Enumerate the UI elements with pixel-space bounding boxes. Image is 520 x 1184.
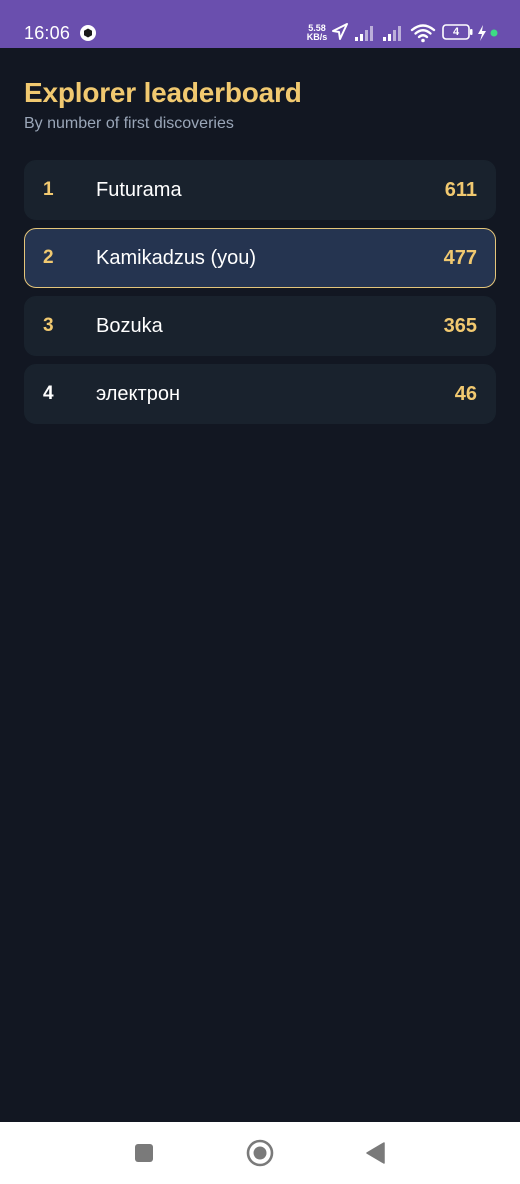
leaderboard-row-current-user[interactable]: 2 Kamikadzus (you) 477 bbox=[24, 228, 496, 288]
row-rank: 4 bbox=[43, 383, 54, 404]
row-rank: 2 bbox=[43, 247, 54, 268]
leaderboard-list: 1 Futurama 611 2 Kamikadzus (you) 477 3 … bbox=[24, 160, 496, 424]
back-triangle-icon bbox=[366, 1142, 385, 1164]
status-time: 16:06 bbox=[24, 23, 71, 43]
row-rank: 3 bbox=[43, 315, 54, 336]
home-circle-icon bbox=[246, 1139, 274, 1167]
leaderboard-screen: Explorer leaderboard By number of first … bbox=[24, 48, 496, 432]
row-score: 477 bbox=[443, 246, 477, 269]
network-speed: 5.58 KB/s bbox=[305, 24, 329, 42]
row-player-name: электрон bbox=[96, 382, 180, 405]
page-subtitle: By number of first discoveries bbox=[24, 115, 234, 132]
location-arrow-icon bbox=[332, 23, 348, 40]
leaderboard-row[interactable]: 3 Bozuka 365 bbox=[24, 296, 496, 356]
home-button[interactable] bbox=[230, 1122, 290, 1184]
privacy-dot-icon bbox=[490, 29, 498, 37]
network-speed-unit: KB/s bbox=[306, 32, 328, 42]
row-score: 46 bbox=[454, 382, 477, 405]
page-title: Explorer leaderboard bbox=[24, 77, 302, 108]
status-bar: 16:06 5.58 KB/s 4 bbox=[0, 0, 520, 48]
row-player-name: Futurama bbox=[96, 178, 182, 201]
row-player-name: Kamikadzus (you) bbox=[96, 246, 257, 269]
row-score: 611 bbox=[444, 178, 477, 201]
battery-level: 4 bbox=[452, 26, 460, 38]
recents-button[interactable] bbox=[114, 1122, 174, 1184]
row-score: 365 bbox=[443, 314, 477, 337]
app-notification-icon bbox=[80, 25, 96, 41]
back-button[interactable] bbox=[345, 1122, 405, 1184]
signal-icon bbox=[355, 26, 373, 41]
recents-square-icon bbox=[135, 1144, 153, 1162]
battery-icon: 4 bbox=[442, 24, 474, 40]
row-rank: 1 bbox=[43, 179, 54, 200]
navigation-bar bbox=[0, 1122, 520, 1184]
leaderboard-row[interactable]: 4 электрон 46 bbox=[24, 364, 496, 424]
leaderboard-row[interactable]: 1 Futurama 611 bbox=[24, 160, 496, 220]
charging-bolt-icon bbox=[478, 25, 486, 41]
row-player-name: Bozuka bbox=[96, 314, 163, 337]
wifi-icon bbox=[410, 24, 436, 43]
signal-icon bbox=[383, 26, 401, 41]
